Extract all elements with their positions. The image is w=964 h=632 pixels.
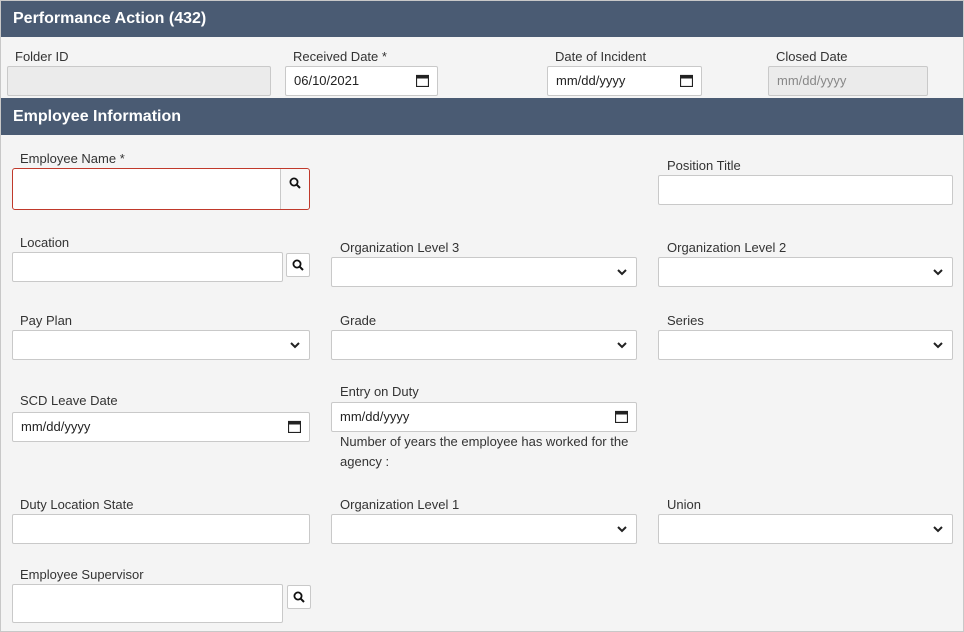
org-level-3-select[interactable] xyxy=(331,257,637,287)
union-label: Union xyxy=(667,497,701,512)
grade-select[interactable] xyxy=(331,330,637,360)
series-select[interactable] xyxy=(658,330,953,360)
employee-supervisor-input[interactable] xyxy=(12,584,283,623)
calendar-icon[interactable] xyxy=(288,420,301,433)
chevron-down-icon xyxy=(933,269,943,276)
folder-id-field xyxy=(7,66,271,96)
duty-location-state-label: Duty Location State xyxy=(20,497,134,512)
grade-label: Grade xyxy=(340,313,377,328)
chevron-down-icon xyxy=(617,526,627,533)
years-worked-note: Number of years the employee has worked … xyxy=(340,434,629,469)
position-title-label: Position Title xyxy=(667,158,741,173)
date-of-incident-value: mm/dd/yyyy xyxy=(556,73,626,88)
entry-on-duty-label: Entry on Duty xyxy=(340,384,419,399)
location-label: Location xyxy=(20,235,70,250)
org-level-2-label: Organization Level 2 xyxy=(667,240,787,255)
location-search-button[interactable] xyxy=(286,253,310,277)
chevron-down-icon xyxy=(290,342,300,349)
chevron-down-icon xyxy=(933,526,943,533)
position-title-input[interactable] xyxy=(658,175,953,205)
page-title: Performance Action (432) xyxy=(1,1,963,37)
section-title-employee-information: Employee Information xyxy=(1,98,963,135)
location-input[interactable] xyxy=(12,252,283,282)
closed-date-input: mm/dd/yyyy xyxy=(768,66,928,96)
received-date-input[interactable]: 06/10/2021 xyxy=(285,66,438,96)
closed-date-label: Closed Date xyxy=(776,49,848,64)
calendar-icon[interactable] xyxy=(416,74,429,87)
calendar-icon[interactable] xyxy=(680,74,693,87)
duty-location-state-input[interactable] xyxy=(12,514,310,544)
received-date-value: 06/10/2021 xyxy=(294,73,360,88)
search-icon xyxy=(293,591,305,603)
employee-name-label: Employee Name * xyxy=(20,151,125,166)
scd-leave-date-value: mm/dd/yyyy xyxy=(21,419,91,434)
entry-on-duty-value: mm/dd/yyyy xyxy=(340,409,410,424)
chevron-down-icon xyxy=(933,342,943,349)
date-of-incident-label: Date of Incident xyxy=(555,49,647,64)
closed-date-value: mm/dd/yyyy xyxy=(777,73,847,88)
entry-on-duty-input[interactable]: mm/dd/yyyy xyxy=(331,402,637,432)
calendar-icon[interactable] xyxy=(615,410,628,423)
supervisor-search-button[interactable] xyxy=(287,585,311,609)
org-level-1-select[interactable] xyxy=(331,514,637,544)
folder-id-label: Folder ID xyxy=(15,49,69,64)
union-select[interactable] xyxy=(658,514,953,544)
scd-leave-date-label: SCD Leave Date xyxy=(20,393,118,408)
employee-supervisor-label: Employee Supervisor xyxy=(20,567,144,582)
pay-plan-label: Pay Plan xyxy=(20,313,73,328)
org-level-1-label: Organization Level 1 xyxy=(340,497,460,512)
org-level-3-label: Organization Level 3 xyxy=(340,240,460,255)
scd-leave-date-input[interactable]: mm/dd/yyyy xyxy=(12,412,310,442)
search-icon xyxy=(292,259,304,271)
received-date-label: Received Date * xyxy=(293,49,387,64)
pay-plan-select[interactable] xyxy=(12,330,310,360)
series-label: Series xyxy=(667,313,704,328)
date-of-incident-input[interactable]: mm/dd/yyyy xyxy=(547,66,702,96)
employee-name-input[interactable] xyxy=(12,168,310,210)
chevron-down-icon xyxy=(617,269,627,276)
employee-search-button[interactable] xyxy=(280,169,309,209)
search-icon xyxy=(289,177,301,189)
chevron-down-icon xyxy=(617,342,627,349)
performance-action-form: Performance Action (432) Folder ID Recei… xyxy=(0,0,964,632)
org-level-2-select[interactable] xyxy=(658,257,953,287)
